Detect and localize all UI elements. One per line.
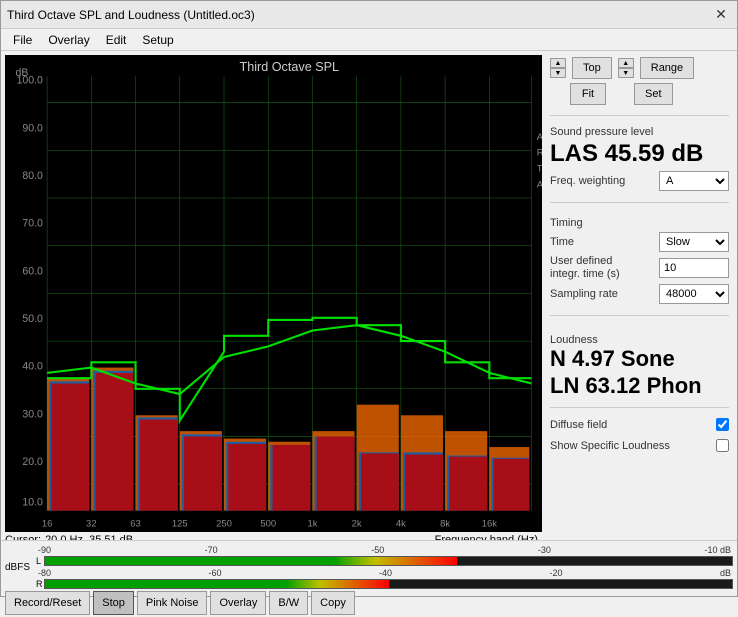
sampling-rate-row: Sampling rate 44100 48000 96000 — [550, 284, 729, 304]
sampling-rate-label: Sampling rate — [550, 288, 659, 300]
chart-svg: 100.0 90.0 80.0 70.0 60.0 50.0 40.0 30.0… — [5, 55, 542, 532]
meter-tick-4: -30 — [538, 545, 551, 555]
top-down-btn[interactable]: ▼ — [550, 68, 566, 78]
svg-text:dB: dB — [16, 67, 29, 79]
svg-text:2k: 2k — [352, 518, 362, 529]
meter-tick-3: -50 — [371, 545, 384, 555]
loudness-ln-value: LN 63.12 Phon — [550, 373, 729, 399]
spl-section: Sound pressure level LAS 45.59 dB Freq. … — [550, 122, 729, 194]
pink-noise-button[interactable]: Pink Noise — [137, 591, 208, 615]
menu-setup[interactable]: Setup — [134, 31, 181, 49]
action-buttons: Record/Reset Stop Pink Noise Overlay B/W… — [1, 589, 737, 617]
show-specific-label: Show Specific Loudness — [550, 440, 670, 452]
meter-tick-r3: -40 — [379, 568, 392, 578]
diffuse-field-row: Diffuse field — [550, 418, 729, 431]
svg-text:70.0: 70.0 — [22, 218, 43, 230]
show-specific-row: Show Specific Loudness — [550, 439, 729, 452]
svg-text:A: A — [537, 179, 542, 190]
l-meter-label: L — [36, 556, 44, 566]
spl-value: LAS 45.59 dB — [550, 140, 729, 168]
top-button[interactable]: Top — [572, 57, 612, 79]
svg-text:80.0: 80.0 — [22, 170, 43, 182]
timing-section: Timing Time Fast Slow Impulse User defin… — [550, 211, 729, 307]
meter-tick-r4: -20 — [549, 568, 562, 578]
svg-text:R: R — [537, 148, 542, 159]
freq-weighting-label: Freq. weighting — [550, 175, 659, 187]
loudness-n-value: N 4.97 Sone — [550, 346, 729, 372]
menu-bar: File Overlay Edit Setup — [1, 29, 737, 51]
chart-area: 100.0 90.0 80.0 70.0 60.0 50.0 40.0 30.0… — [5, 55, 542, 532]
dbfs-label: dBFS — [5, 562, 34, 573]
menu-overlay[interactable]: Overlay — [40, 31, 97, 49]
svg-text:T: T — [537, 164, 542, 175]
svg-text:A: A — [537, 132, 542, 143]
svg-text:30.0: 30.0 — [22, 408, 43, 420]
loudness-section: Loudness N 4.97 Sone LN 63.12 Phon — [550, 328, 729, 399]
r-meter-label: R — [36, 579, 44, 589]
top-up-btn[interactable]: ▲ — [550, 58, 566, 68]
meter-tick-5: -10 dB — [704, 545, 731, 555]
svg-text:8k: 8k — [440, 518, 450, 529]
user-defined-input[interactable]: 10 — [659, 258, 729, 278]
bw-button[interactable]: B/W — [269, 591, 308, 615]
range-button[interactable]: Range — [640, 57, 694, 79]
meter-tick-r2: -60 — [209, 568, 222, 578]
freq-weighting-row: Freq. weighting A B C Z — [550, 171, 729, 191]
record-reset-button[interactable]: Record/Reset — [5, 591, 90, 615]
diffuse-field-checkbox[interactable] — [716, 418, 729, 431]
range-down-btn[interactable]: ▼ — [618, 68, 634, 78]
svg-text:16k: 16k — [482, 518, 498, 529]
time-select[interactable]: Fast Slow Impulse — [659, 232, 729, 252]
set-button[interactable]: Set — [634, 83, 673, 105]
close-button[interactable]: ✕ — [711, 5, 731, 25]
svg-text:250: 250 — [216, 518, 232, 529]
spl-section-label: Sound pressure level — [550, 126, 729, 138]
svg-text:16: 16 — [42, 518, 53, 529]
svg-text:Third Octave SPL: Third Octave SPL — [240, 60, 340, 74]
user-defined-row: User defined integr. time (s) 10 — [550, 255, 729, 281]
show-specific-checkbox[interactable] — [716, 439, 729, 452]
range-up-btn[interactable]: ▲ — [618, 58, 634, 68]
user-defined-label: User defined integr. time (s) — [550, 255, 640, 281]
meter-tick-r5: dB — [720, 568, 731, 578]
loudness-section-label: Loudness — [550, 334, 729, 346]
meter-tick-1: -90 — [38, 545, 51, 555]
title-bar: Third Octave SPL and Loudness (Untitled.… — [1, 1, 737, 29]
svg-text:1k: 1k — [307, 518, 317, 529]
svg-text:10.0: 10.0 — [22, 496, 43, 508]
timing-section-label: Timing — [550, 217, 729, 229]
bottom-bar: dBFS -90 -70 -50 -30 -10 dB L — [1, 540, 737, 596]
time-label: Time — [550, 236, 659, 248]
diffuse-field-label: Diffuse field — [550, 419, 607, 431]
sampling-rate-select[interactable]: 44100 48000 96000 — [659, 284, 729, 304]
svg-text:125: 125 — [172, 518, 188, 529]
svg-text:63: 63 — [130, 518, 141, 529]
menu-edit[interactable]: Edit — [98, 31, 135, 49]
fit-button[interactable]: Fit — [570, 83, 606, 105]
freq-weighting-select[interactable]: A B C Z — [659, 171, 729, 191]
svg-text:500: 500 — [260, 518, 276, 529]
svg-text:50.0: 50.0 — [22, 313, 43, 325]
main-content: 100.0 90.0 80.0 70.0 60.0 50.0 40.0 30.0… — [1, 51, 737, 540]
stop-button[interactable]: Stop — [93, 591, 134, 615]
svg-text:90.0: 90.0 — [22, 122, 43, 134]
overlay-button[interactable]: Overlay — [210, 591, 266, 615]
window-title: Third Octave SPL and Loudness (Untitled.… — [7, 8, 255, 22]
right-panel: ▲ ▼ Top ▲ ▼ Range Fit Set — [542, 51, 737, 540]
svg-text:32: 32 — [86, 518, 97, 529]
menu-file[interactable]: File — [5, 31, 40, 49]
svg-text:60.0: 60.0 — [22, 265, 43, 277]
copy-button[interactable]: Copy — [311, 591, 355, 615]
meter-tick-r1: -80 — [38, 568, 51, 578]
svg-text:4k: 4k — [396, 518, 406, 529]
svg-text:20.0: 20.0 — [22, 456, 43, 468]
svg-text:40.0: 40.0 — [22, 361, 43, 373]
meter-tick-2: -70 — [205, 545, 218, 555]
time-row: Time Fast Slow Impulse — [550, 232, 729, 252]
main-window: Third Octave SPL and Loudness (Untitled.… — [0, 0, 738, 597]
